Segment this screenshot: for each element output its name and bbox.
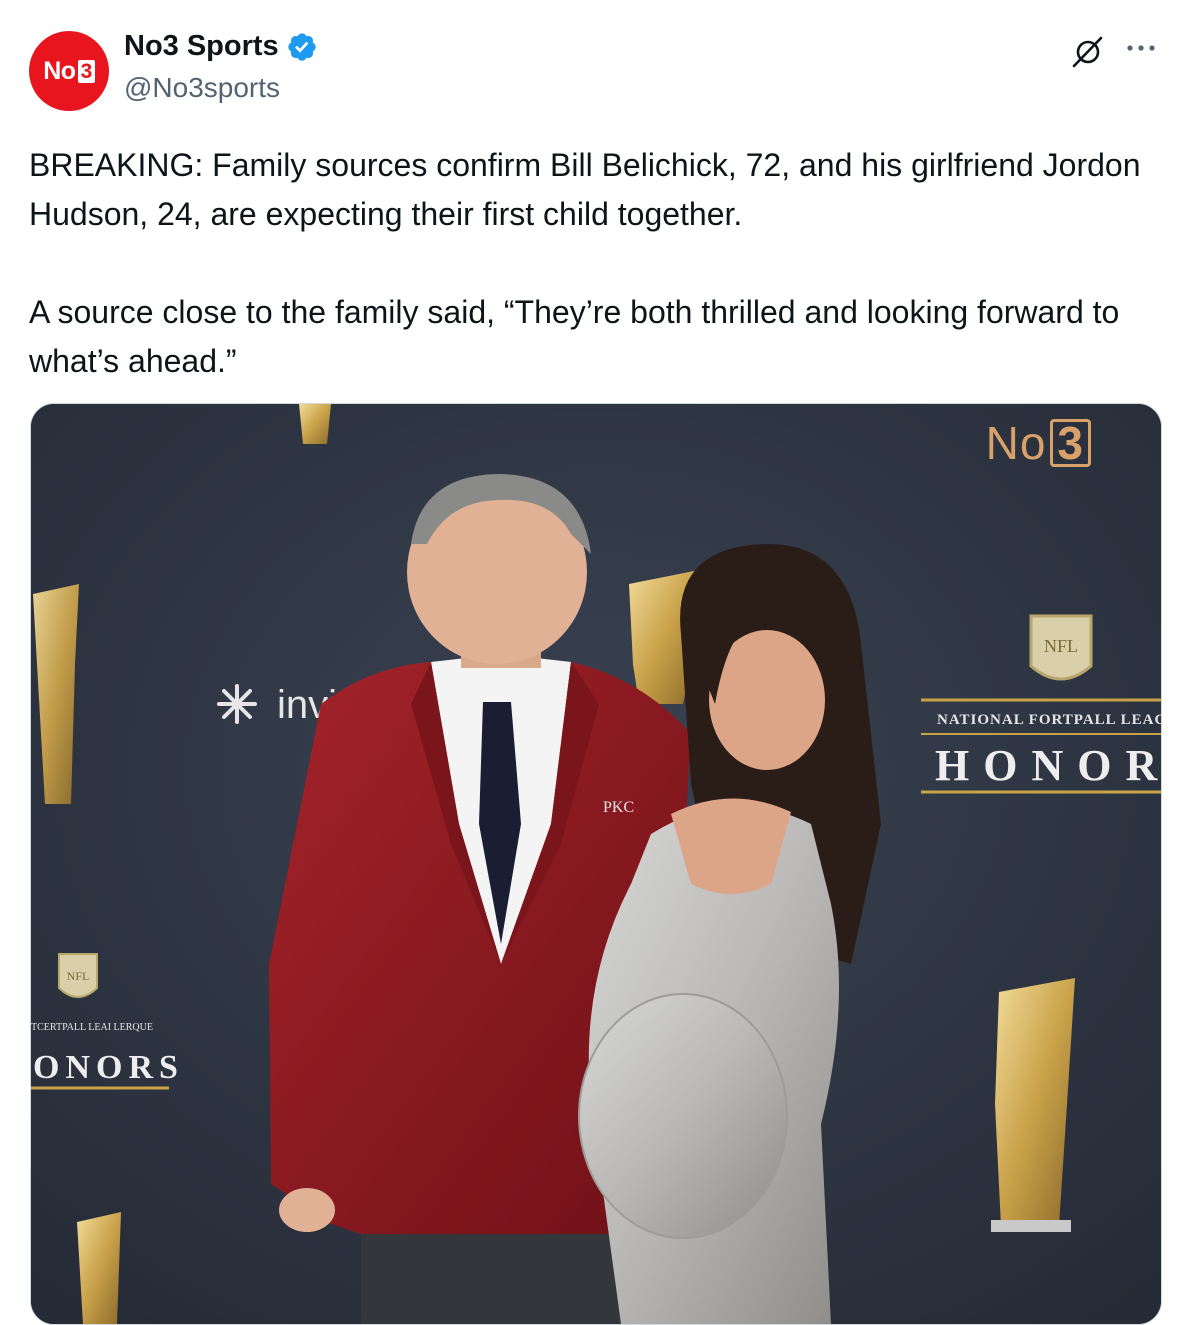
avatar-logo: No 3 bbox=[43, 57, 95, 86]
honors-left-league-line: TCERTPALL LEAI LERQUE bbox=[31, 1022, 153, 1033]
media-watermark: No 3 bbox=[986, 416, 1091, 470]
tweet-text: BREAKING: Family sources confirm Bill Be… bbox=[29, 141, 1149, 386]
tweet-media-photo[interactable]: NFL NFL NATIONAL FORTPALL LEAGU HONORS T… bbox=[30, 403, 1162, 1325]
trophy-icon bbox=[77, 1212, 121, 1324]
author-name-row: No3 Sports bbox=[124, 30, 318, 63]
display-name[interactable]: No3 Sports bbox=[124, 30, 279, 63]
honors-plaque: NATIONAL FORTPALL LEAGU HONORS bbox=[921, 698, 1161, 794]
tweet-paragraph-1: BREAKING: Family sources confirm Bill Be… bbox=[29, 147, 1141, 232]
watermark-text: No bbox=[985, 417, 1047, 469]
trophy-icon bbox=[299, 404, 331, 444]
photo-illustration: NFL NFL NATIONAL FORTPALL LEAGU HONORS T… bbox=[31, 404, 1161, 1324]
honors-left-title: ONORS bbox=[33, 1049, 184, 1086]
honors-title: HONORS bbox=[935, 741, 1161, 790]
more-icon[interactable] bbox=[1124, 36, 1158, 60]
tweet-paragraph-2: A source close to the family said, “They… bbox=[29, 294, 1120, 379]
avatar-logo-text: No bbox=[43, 56, 76, 85]
pocket-text: PKC bbox=[603, 799, 634, 816]
avatar-logo-box: 3 bbox=[77, 59, 95, 83]
author-handle[interactable]: @No3sports bbox=[124, 72, 280, 104]
watermark-box: 3 bbox=[1050, 419, 1091, 467]
grok-icon[interactable] bbox=[1068, 32, 1108, 72]
nfl-shield-text: NFL bbox=[1044, 636, 1078, 656]
nfl-shield-text-small: NFL bbox=[67, 969, 90, 983]
avatar[interactable]: No 3 bbox=[29, 31, 109, 111]
honors-league-line: NATIONAL FORTPALL LEAGU bbox=[937, 712, 1161, 728]
verified-badge-icon bbox=[288, 32, 316, 61]
nfl-shield-icon: NFL bbox=[1029, 614, 1093, 681]
nfl-shield-icon: NFL bbox=[58, 953, 98, 998]
